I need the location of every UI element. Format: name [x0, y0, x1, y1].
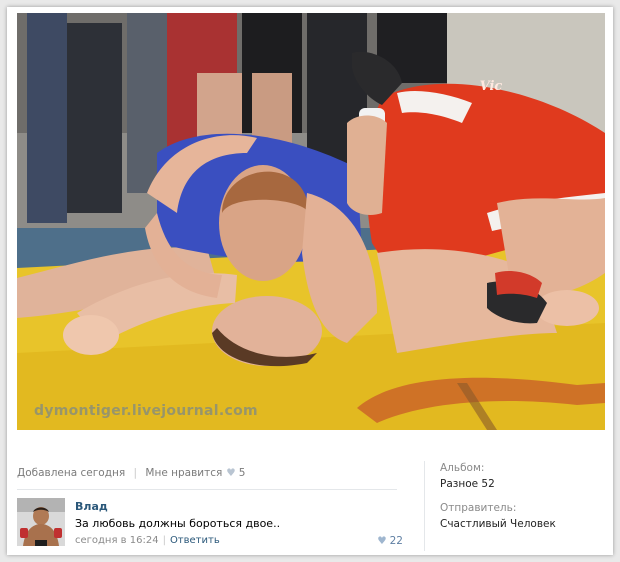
- reply-link[interactable]: Ответить: [170, 535, 220, 546]
- like-count: 5: [238, 467, 246, 479]
- sender-label: Отправитель:: [440, 502, 517, 514]
- meta-separator: |: [133, 467, 138, 479]
- comment-text: За любовь должны бороться двое..: [75, 517, 281, 530]
- divider-horizontal: [17, 489, 397, 490]
- sender-link[interactable]: Счастливый Человек: [440, 518, 556, 530]
- comment-footer: сегодня в 16:24 | Ответить: [75, 535, 220, 546]
- wrestling-photo: [17, 13, 605, 430]
- photo-watermark: dymontiger.livejournal.com: [34, 403, 258, 419]
- post-card: Vic dymontiger.livejournal.com Добавлена…: [7, 7, 613, 555]
- post-added-date: Добавлена сегодня: [17, 467, 126, 479]
- comment-like-button[interactable]: ♥ 22: [377, 535, 403, 547]
- post-sidebar: Альбом: Разное 52 Отправитель: Счастливы…: [440, 462, 556, 530]
- comment-time[interactable]: сегодня в 16:24: [75, 535, 159, 546]
- album-label: Альбом:: [440, 462, 485, 474]
- avatar[interactable]: [17, 498, 65, 546]
- like-button[interactable]: Мне нравится ♥ 5: [145, 467, 245, 479]
- footer-separator: |: [162, 535, 166, 546]
- comment-item: Влад За любовь должны бороться двое.. се…: [17, 498, 407, 548]
- avatar-image: [17, 498, 65, 546]
- heart-icon: ♥: [226, 467, 236, 479]
- album-link[interactable]: Разное 52: [440, 478, 556, 490]
- comment-author-link[interactable]: Влад: [75, 500, 108, 513]
- divider-vertical: [424, 461, 425, 551]
- post-meta: Добавлена сегодня | Мне нравится ♥ 5: [17, 467, 245, 479]
- post-photo[interactable]: Vic dymontiger.livejournal.com: [17, 13, 605, 430]
- heart-icon: ♥: [377, 535, 387, 547]
- photo-logo-badge: Vic: [479, 79, 503, 94]
- like-label: Мне нравится: [145, 467, 223, 479]
- comment-like-count: 22: [389, 535, 403, 547]
